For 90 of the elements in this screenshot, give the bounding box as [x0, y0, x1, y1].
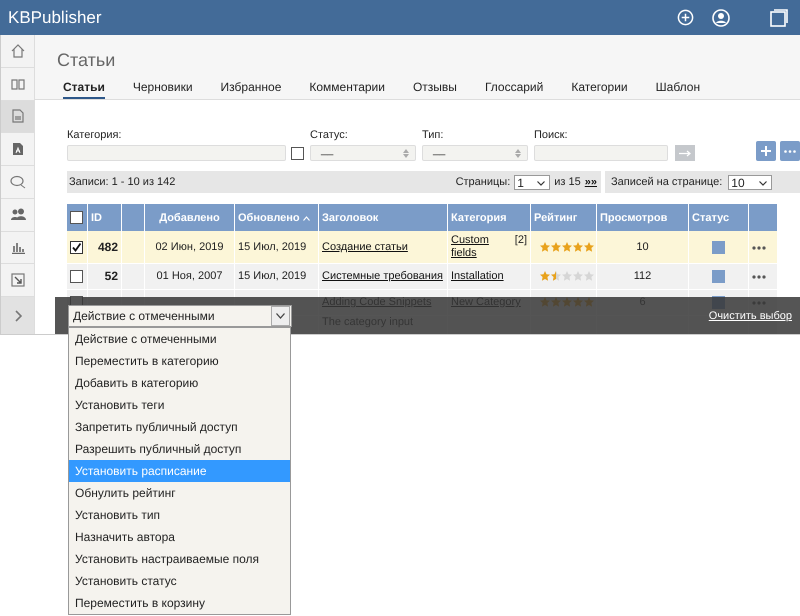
- records-count: Записи: 1 - 10 из 142: [69, 176, 176, 188]
- sidebar-item[interactable]: [1, 100, 34, 134]
- more-icon[interactable]: [752, 275, 766, 279]
- book-icon: [10, 78, 24, 90]
- chevron-down-icon: [276, 313, 285, 319]
- star-icon: [573, 242, 583, 252]
- more-button[interactable]: [780, 141, 800, 161]
- views-cell: 112: [634, 270, 652, 282]
- star-icon: [562, 242, 572, 252]
- chevron-down-icon: [537, 180, 546, 186]
- updown-arrows-icon: [403, 149, 409, 158]
- search-label: Поиск:: [534, 129, 569, 141]
- dropdown-option[interactable]: Установить статус: [69, 570, 290, 592]
- app-title: KBPublisher: [8, 8, 102, 28]
- bar-chart-icon: [10, 241, 24, 254]
- more-icon[interactable]: [752, 246, 766, 250]
- id-cell: 52: [104, 269, 118, 283]
- page-count: из 15: [554, 176, 581, 188]
- tab[interactable]: Избранное: [220, 80, 282, 99]
- dropdown-option[interactable]: Переместить в корзину: [69, 592, 290, 614]
- select-all-checkbox[interactable]: [70, 211, 83, 224]
- type-select[interactable]: __: [422, 145, 528, 161]
- tab[interactable]: Глоссарий: [484, 80, 544, 99]
- status-select[interactable]: __: [310, 145, 416, 161]
- per-page-select[interactable]: 10: [728, 174, 772, 190]
- page-title: Статьи: [57, 50, 116, 72]
- window-icon[interactable]: [770, 8, 788, 26]
- row-checkbox[interactable]: [70, 240, 83, 254]
- type-label: Тип:: [422, 129, 444, 141]
- pages-label: Страницы:: [456, 176, 510, 188]
- sort-caret-icon: [302, 216, 310, 220]
- tab[interactable]: Категории: [571, 80, 628, 99]
- add-icon[interactable]: [677, 9, 694, 26]
- category-field[interactable]: [67, 145, 286, 161]
- tab[interactable]: Отзывы: [412, 80, 457, 99]
- dropdown-option[interactable]: Действие с отмеченными: [69, 328, 290, 350]
- updown-arrows-icon: [515, 149, 521, 158]
- date-cell: 15 Июл, 2019: [238, 240, 306, 252]
- dropdown-option[interactable]: Установить настраиваемые поля: [69, 548, 290, 570]
- dropdown-option[interactable]: Добавить в категорию: [69, 372, 290, 394]
- add-button[interactable]: [756, 141, 776, 161]
- status-indicator: [712, 270, 725, 283]
- date-cell: 15 Июл, 2019: [238, 270, 306, 282]
- export-icon: [10, 273, 24, 288]
- tab[interactable]: Черновики: [132, 80, 193, 99]
- search-field[interactable]: [534, 145, 668, 161]
- dropdown-option[interactable]: Разрешить публичный доступ: [69, 438, 290, 460]
- date-cell: 01 Ноя, 2007: [156, 270, 222, 282]
- tab[interactable]: Статьи: [63, 80, 105, 99]
- star-icon: [551, 242, 561, 252]
- id-cell: 482: [98, 240, 118, 254]
- dropdown-option[interactable]: Переместить в категорию: [69, 350, 290, 372]
- star-icon: [540, 242, 550, 252]
- chevron-right-icon: [14, 310, 22, 322]
- users-icon: [10, 208, 26, 222]
- page-select[interactable]: 1: [514, 174, 550, 190]
- document-icon: [12, 109, 24, 124]
- star-icon: [584, 271, 594, 282]
- status-label: Статус:: [310, 129, 349, 141]
- dropdown-option[interactable]: Установить теги: [69, 394, 290, 416]
- action-select[interactable]: Действие с отмеченными: [68, 305, 292, 327]
- star-icon: [562, 271, 572, 282]
- tab[interactable]: Комментарии: [309, 80, 385, 99]
- clear-selection-link[interactable]: Очистить выбор: [708, 310, 792, 322]
- category-count: [2]: [514, 234, 527, 247]
- date-cell: 02 Июн, 2019: [155, 240, 224, 252]
- next-pages-link[interactable]: »»: [584, 176, 597, 188]
- checkbox[interactable]: [291, 146, 304, 160]
- tab[interactable]: Шаблон: [656, 80, 700, 99]
- pdf-file-icon: [12, 142, 24, 156]
- star-icon: [584, 242, 594, 252]
- dropdown-option[interactable]: Установить тип: [69, 504, 290, 526]
- arrow-right-icon: [679, 150, 691, 156]
- row-checkbox[interactable]: [70, 270, 83, 283]
- dropdown-option[interactable]: Запретить публичный доступ: [69, 416, 290, 438]
- plus-icon: [761, 146, 771, 156]
- per-page-label: Записей на странице:: [611, 176, 722, 188]
- star-icon: [573, 271, 583, 282]
- star-icon: [551, 271, 561, 282]
- category-link[interactable]: Custom fields: [451, 234, 501, 260]
- star-icon: [540, 271, 550, 282]
- status-indicator: [712, 240, 725, 254]
- home-icon: [10, 44, 24, 58]
- category-label: Категория:: [67, 129, 122, 141]
- views-cell: 10: [636, 240, 649, 252]
- dropdown-option[interactable]: Назначить автора: [69, 526, 290, 548]
- user-icon[interactable]: [712, 8, 730, 26]
- chevron-down-icon: [759, 180, 768, 186]
- dropdown-option[interactable]: Обнулить рейтинг: [69, 482, 290, 504]
- more-icon: [784, 150, 796, 152]
